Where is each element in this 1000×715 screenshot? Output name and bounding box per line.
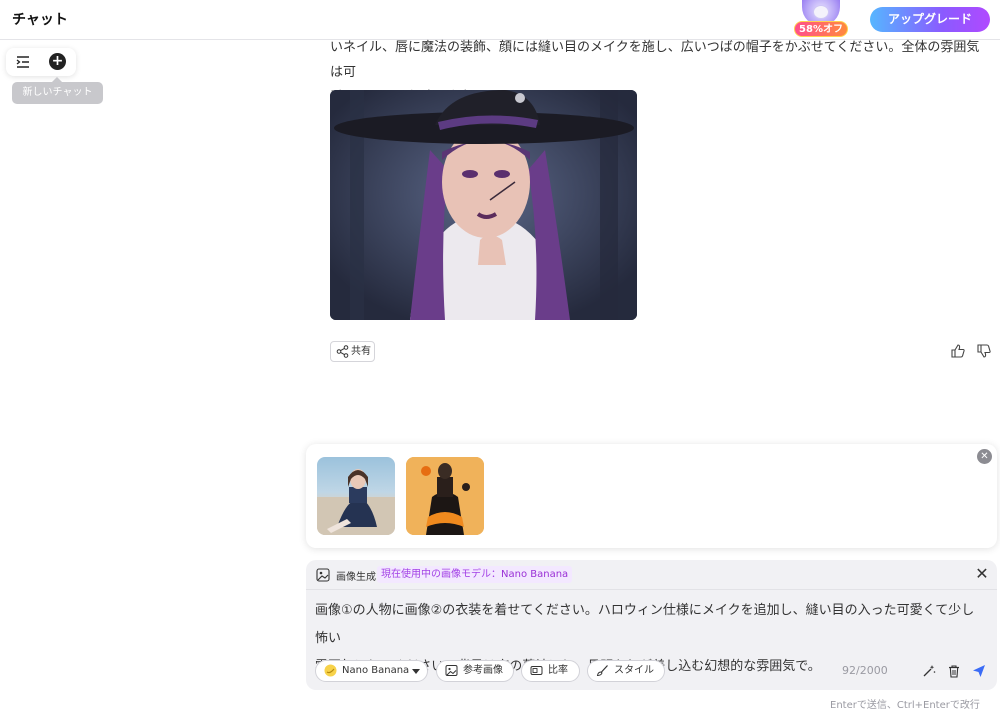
image-generation-icon bbox=[316, 568, 330, 582]
character-counter: 92/2000 bbox=[842, 664, 888, 677]
message-line: いネイル、唇に魔法の装飾、顔には縫い目のメイクを施し、広いつばの帽子をかぶせてく… bbox=[330, 40, 980, 80]
share-icon bbox=[336, 345, 349, 358]
model-select[interactable]: Nano Banana bbox=[315, 660, 428, 682]
reference-images-panel: ✕ bbox=[306, 444, 997, 548]
mascot-face bbox=[813, 5, 829, 19]
mode-bar: 画像生成 現在使用中の画像モデル：Nano Banana ✕ bbox=[306, 560, 997, 590]
new-chat-button[interactable]: + bbox=[49, 53, 66, 70]
thumbs-up-icon[interactable] bbox=[951, 344, 965, 358]
reference-image-label: 参考画像 bbox=[463, 665, 503, 676]
chevron-down-icon bbox=[412, 669, 420, 674]
page-title: チャット bbox=[12, 12, 68, 28]
share-label: 共有 bbox=[351, 346, 371, 357]
thumbs-down-icon[interactable] bbox=[977, 344, 991, 358]
trash-icon[interactable] bbox=[947, 664, 961, 678]
magic-wand-icon[interactable] bbox=[922, 664, 936, 678]
model-tag-prefix: 現在使用中の画像モデル： bbox=[381, 569, 501, 580]
share-button[interactable]: 共有 bbox=[330, 341, 375, 362]
sidebar-toolbar: + bbox=[6, 48, 76, 76]
aspect-ratio-label: 比率 bbox=[548, 665, 568, 676]
brush-icon bbox=[596, 665, 608, 677]
reference-image-1[interactable] bbox=[317, 457, 395, 535]
sidebar-toggle-icon[interactable] bbox=[15, 54, 31, 70]
promo-banner[interactable]: 58%オフ bbox=[794, 0, 848, 40]
prompt-composer: 画像生成 現在使用中の画像モデル：Nano Banana ✕ 画像①の人物に画像… bbox=[306, 560, 997, 690]
generated-image[interactable] bbox=[330, 90, 637, 320]
current-model-tag: 現在使用中の画像モデル：Nano Banana bbox=[377, 566, 573, 583]
banana-icon bbox=[324, 664, 337, 677]
style-button[interactable]: スタイル bbox=[587, 660, 665, 682]
model-tag-name: Nano Banana bbox=[501, 569, 569, 580]
keyboard-hint: Enterで送信、Ctrl+Enterで改行 bbox=[830, 700, 980, 711]
reference-image-button[interactable]: 参考画像 bbox=[436, 660, 514, 682]
aspect-ratio-button[interactable]: 比率 bbox=[521, 660, 580, 682]
style-label: スタイル bbox=[614, 665, 654, 676]
close-mode-button[interactable]: ✕ bbox=[974, 565, 990, 583]
upgrade-button[interactable]: アップグレード bbox=[870, 7, 990, 32]
send-icon[interactable] bbox=[972, 664, 986, 678]
aspect-ratio-icon bbox=[530, 666, 543, 675]
costume-photo bbox=[406, 457, 484, 535]
reference-image-2[interactable] bbox=[406, 457, 484, 535]
model-select-label: Nano Banana bbox=[342, 665, 410, 676]
image-icon bbox=[445, 665, 458, 676]
close-reference-panel-button[interactable]: ✕ bbox=[977, 449, 992, 464]
schoolgirl-photo bbox=[317, 469, 395, 535]
witch-portrait-image bbox=[330, 90, 637, 320]
new-chat-tooltip: 新しいチャット bbox=[12, 77, 103, 104]
mode-label: 画像生成 bbox=[336, 572, 376, 583]
top-bar: チャット 58%オフ アップグレード bbox=[0, 0, 1000, 40]
prompt-line: 画像①の人物に画像②の衣装を着せてください。ハロウィン仕様にメイクを追加し、縫い… bbox=[315, 603, 975, 646]
